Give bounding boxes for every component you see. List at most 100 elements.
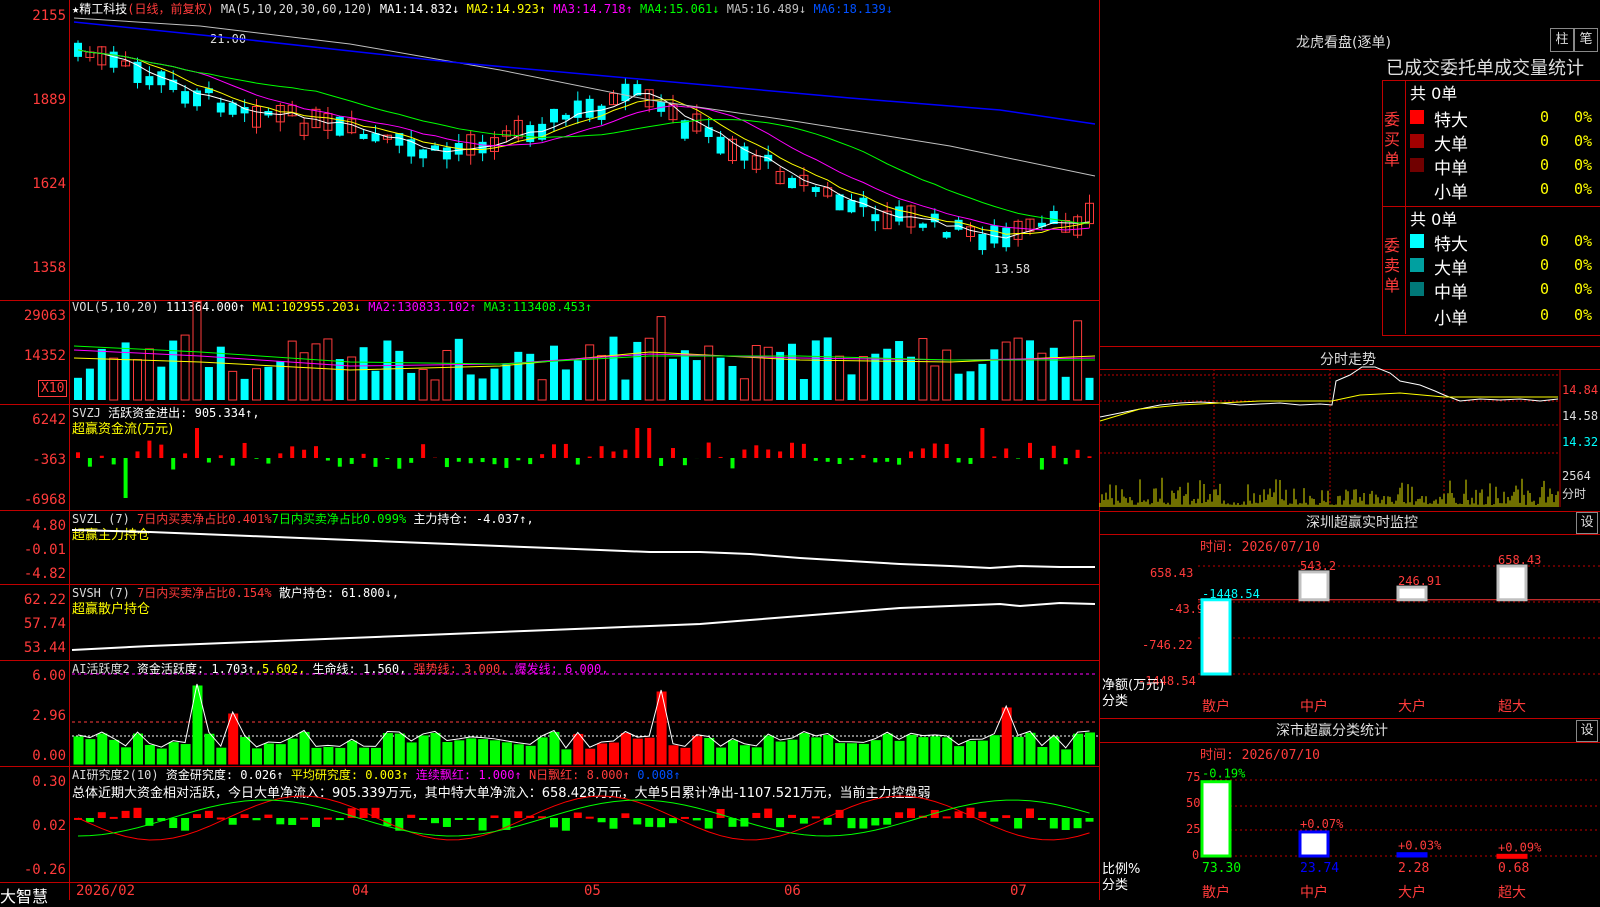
volume-panel[interactable]: VOL(5,10,20) 111364.000↑ MA1:102955.203↓… [0,300,1100,405]
svzj-bar [266,458,270,464]
svzj-bar [719,457,723,458]
svzj-bar [885,458,889,462]
research-bar [621,813,629,818]
svzj-bar [826,458,830,462]
volume-bar [134,360,142,400]
svzj-bar [338,458,342,467]
volume-bar [455,339,463,400]
volume-bar [705,346,713,400]
svzj-bar [612,451,616,458]
activity-bar [431,733,440,764]
volume-bar [205,367,213,400]
svzl-line [0,510,1100,584]
sz-class-panel[interactable]: 深市超赢分类统计 设 时间: 2026/07/10 75 50 25 0 比例%… [1100,718,1600,900]
candle-body [145,76,153,85]
volume-bar [407,373,415,400]
svzj-bar [588,457,592,458]
research-bar [645,818,653,827]
activity-bar [669,746,678,764]
research-bar [633,818,641,824]
activity-bar [181,745,190,764]
research-bar [836,810,844,818]
svzl-panel[interactable]: SVZL (7) 7日内买卖净占比0.401%7日内买卖净占比0.099% 主力… [0,510,1100,585]
sz-monitor-panel[interactable]: 深圳超赢实时监控 设 时间: 2026/07/10 658.43 -43.9 -… [1100,510,1600,719]
activity-bar [1026,733,1035,764]
svzj-bar [600,446,604,458]
activity-bar [871,741,880,764]
sz-monitor-cat-3: 大户 [1398,696,1426,716]
sz-class-cat-4: 超大 [1498,882,1526,902]
volume-bar [419,369,427,400]
svzj-bar [516,458,520,460]
volume-bar [1086,378,1094,400]
research-bar [764,809,772,818]
research-bar [812,816,820,818]
activity-bar [776,742,785,764]
sz-monitor-bar-3 [1398,587,1426,600]
intraday-vol-label: 2564 [1562,469,1591,483]
candle-body [919,224,927,228]
candle-body [360,134,368,139]
svzj-bar [314,446,318,458]
ai-research-panel[interactable]: AI研究度2(10) 资金研究度: 0.026↑ 平均研究度: 0.003↑ 连… [0,766,1100,883]
activity-bar [681,748,690,764]
volume-bar [395,351,403,400]
svzj-panel[interactable]: SVZJ 活跃资金进出: 905.334↑, 超赢资金流(万元) 6242 -3… [0,404,1100,511]
buy-m-pct: 0% [1574,156,1592,174]
buy-m-swatch [1410,158,1424,172]
svzj-bar [659,458,663,466]
svzj-bar [814,458,818,461]
research-bar [98,812,106,818]
ai-research-bars [0,766,1100,882]
activity-bar [372,748,381,764]
tick-mode-button[interactable]: 笔 [1574,28,1598,52]
volume-bar [729,366,737,400]
svzj-bar [945,444,949,458]
candle-body [836,194,844,210]
activity-bar [205,734,214,764]
svzj-bar [861,455,865,458]
volume-bar [669,359,677,400]
volume-bar [181,335,189,400]
activity-bar [502,743,511,764]
volume-bar [978,364,986,400]
volume-bar [383,341,391,400]
research-bar [479,818,487,830]
svzj-bar [838,458,842,464]
activity-bar [717,748,726,764]
sz-monitor-value-3: 246.91 [1398,574,1441,588]
date-3: 05 [584,883,601,899]
activity-bar [586,749,595,764]
buy-total: 共 0单 [1410,80,1457,104]
intraday-panel[interactable]: 分时走势 14.84 14.58 14.32 2564 分时 [1100,346,1600,512]
sell-m-swatch [1410,282,1424,296]
volume-bar [1050,348,1058,400]
svzj-bar [481,458,485,462]
volume-bar [348,357,356,400]
volume-bar [276,361,284,400]
research-bar [383,818,391,826]
volume-bar [883,349,891,400]
volume-bar [193,301,201,400]
candle-body [990,225,998,243]
svzj-bar [671,448,675,458]
ai-activity-panel[interactable]: AI活跃度2 资金活跃度: 1.703↑,5.602, 生命线: 1.560, … [0,660,1100,767]
research-bar [1038,818,1046,820]
buy-xl-swatch [1410,110,1424,124]
volume-bar [848,374,856,400]
research-bar [1014,818,1022,828]
research-bar [324,818,332,820]
research-bar [859,818,867,829]
bar-mode-button[interactable]: 柱 [1550,28,1574,52]
candle-body [717,137,725,154]
sz-class-chart: -0.19%73.30+0.07%23.74+0.03%2.28+0.09%0.… [1100,718,1600,900]
activity-bar [633,739,642,764]
volume-bar [1002,342,1010,400]
svsh-panel[interactable]: SVSH (7) 7日内买卖净占比0.154% 散户持仓: 61.800↓, 超… [0,584,1100,661]
svzj-bar [112,458,116,464]
sell-m-pct: 0% [1574,280,1592,298]
bottom-axis: 大智慧 2026/02 04 05 06 07 [0,882,1100,901]
activity-bar [241,737,250,764]
candle-panel[interactable]: ★精工科技(日线，前复权) MA(5,10,20,30,60,120) MA1:… [0,0,1100,301]
activity-bar [122,748,131,764]
